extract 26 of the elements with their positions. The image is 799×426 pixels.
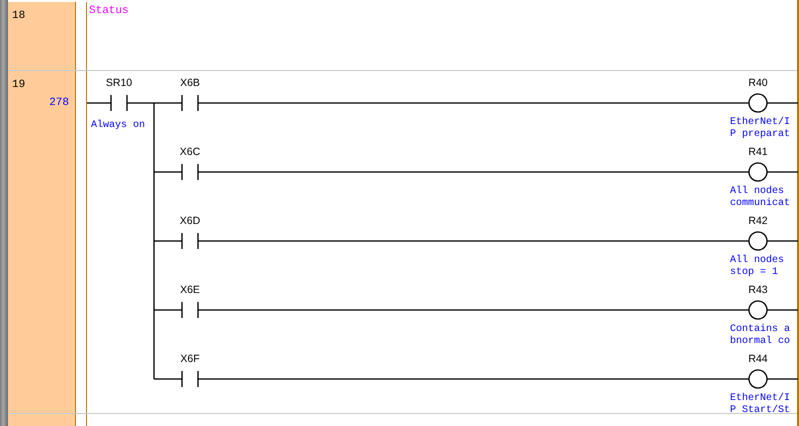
coil-comment: stop = 1 xyxy=(730,267,778,278)
coil-comment: EtherNet/I xyxy=(730,117,790,128)
coil-comment: bnormal co xyxy=(730,336,790,347)
coil-comment: Contains a xyxy=(730,324,790,335)
device-label: X6C xyxy=(180,146,200,158)
device-label: R41 xyxy=(748,146,768,158)
coil-comment: communicat xyxy=(730,198,790,209)
device-label: R44 xyxy=(748,353,768,365)
row-comment: Status xyxy=(89,5,129,17)
device-label: X6E xyxy=(180,284,200,296)
coil-comment: EtherNet/I xyxy=(730,393,790,404)
row-number: 18 xyxy=(12,10,26,22)
device-label: R42 xyxy=(748,215,768,227)
contact-comment: Always on xyxy=(91,120,146,131)
step-number: 278 xyxy=(49,97,69,109)
device-label: R40 xyxy=(748,77,768,89)
device-label: X6B xyxy=(180,77,200,89)
device-label: X6D xyxy=(180,215,200,227)
coil-comment: All nodes xyxy=(730,186,784,197)
device-label: SR10 xyxy=(106,77,132,89)
device-label: R43 xyxy=(748,284,768,296)
row-number: 19 xyxy=(12,79,26,91)
coil-comment: P Start/St xyxy=(730,405,790,416)
coil-comment: P preparat xyxy=(730,129,790,140)
device-label: X6F xyxy=(180,353,200,365)
coil-comment: All nodes xyxy=(730,255,784,266)
